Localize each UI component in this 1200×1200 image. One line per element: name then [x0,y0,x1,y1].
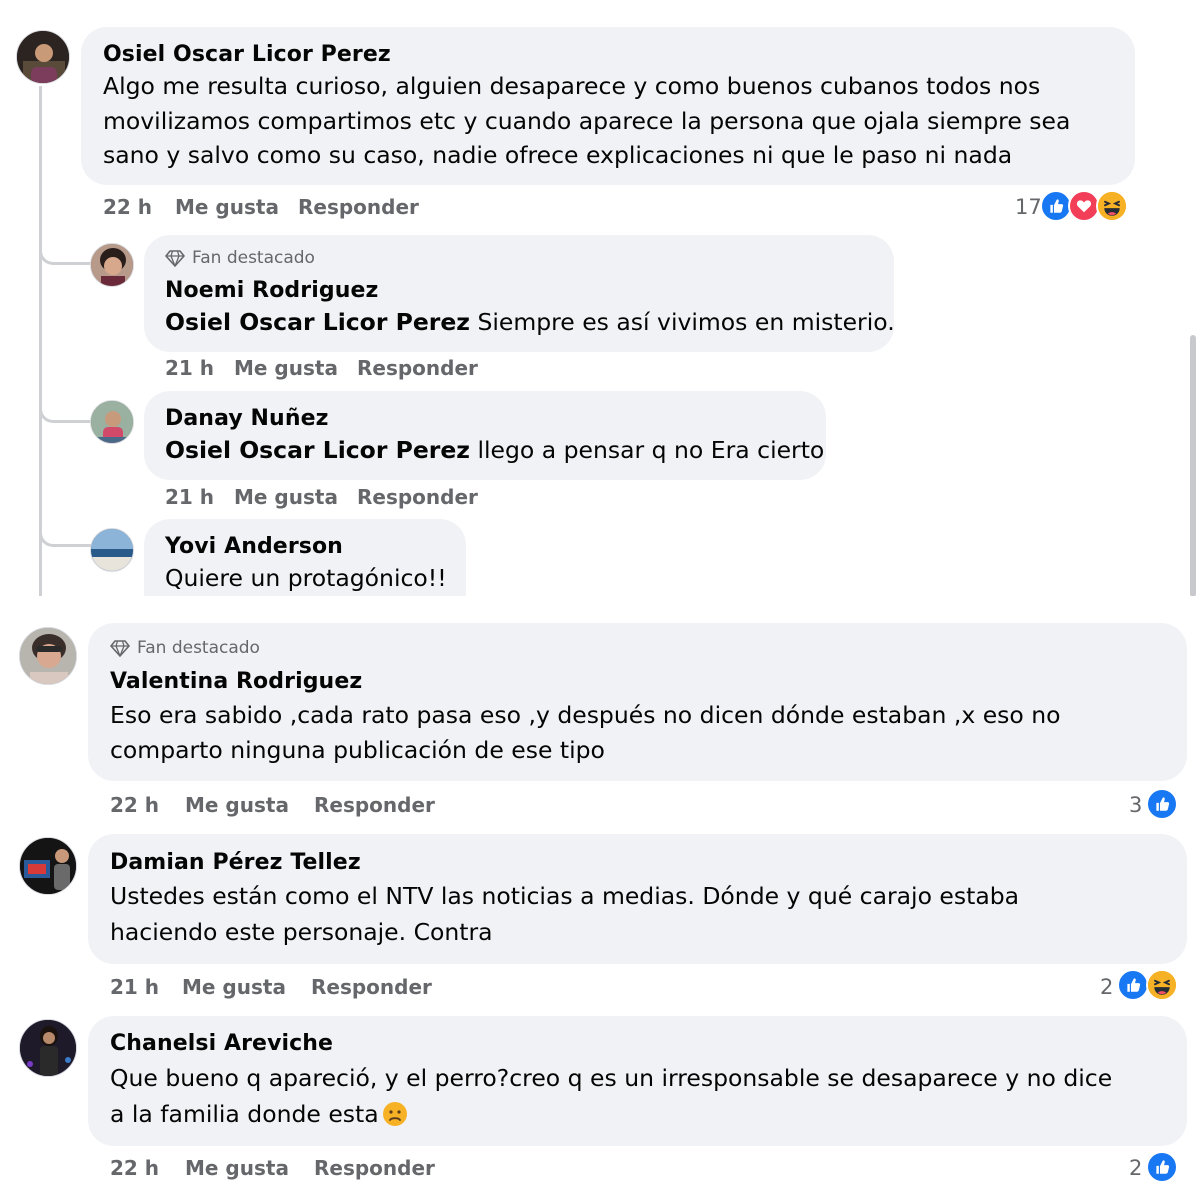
comment-text-line: Que bueno q apareció, y el perro?creo q … [110,1064,1113,1092]
avatar-photo-icon [20,838,76,894]
timestamp[interactable]: 21 h [110,975,159,999]
reply-button[interactable]: Responder [357,356,478,380]
like-button[interactable]: Me gusta [234,356,338,380]
reply-author[interactable]: Danay Nuñez [165,406,329,431]
comment-actions: 22 h Me gusta Responder [103,195,503,221]
top-fan-badge: Fan destacado [165,248,315,268]
thread-connector [39,225,91,265]
diamond-icon [165,248,185,268]
crop-seam [0,596,1200,622]
like-button[interactable]: Me gusta [234,485,338,509]
mention-link[interactable]: Osiel Oscar Licor Perez [165,308,470,336]
avatar[interactable] [19,1019,77,1077]
comment-text-line: movilizamos compartimos etc y cuando apa… [103,107,1071,135]
comment-text-line: haciendo este personaje. Contra [110,918,493,946]
avatar-photo-icon [17,31,69,83]
top-fan-badge: Fan destacado [110,638,260,658]
reaction-count[interactable]: 2 [1100,975,1113,999]
avatar-photo-icon [91,401,133,443]
avatar-photo-icon [91,529,133,571]
reply-text: Osiel Oscar Licor Perez llego a pensar q… [165,436,825,464]
avatar[interactable] [90,528,134,572]
comment-actions: 21 h Me gusta Responder [110,975,510,1001]
reaction-count[interactable]: 17 [1015,195,1042,219]
reply-button[interactable]: Responder [314,1156,435,1180]
like-icon[interactable] [1146,1151,1178,1183]
avatar[interactable] [19,627,77,685]
sad-face-icon [382,1102,407,1126]
comment-author[interactable]: Osiel Oscar Licor Perez [103,42,391,67]
reaction-count[interactable]: 3 [1129,793,1142,817]
reaction-count[interactable]: 2 [1129,1156,1142,1180]
comment-actions: 22 h Me gusta Responder [110,793,510,819]
reply-button[interactable]: Responder [357,485,478,509]
comment-text-line: sano y salvo como su caso, nadie ofrece … [103,141,1013,169]
reply-button[interactable]: Responder [314,793,435,817]
timestamp[interactable]: 21 h [165,356,214,380]
haha-icon[interactable] [1146,969,1178,1001]
avatar-photo-icon [20,1020,76,1076]
timestamp[interactable]: 22 h [110,793,159,817]
comment-text-line: Algo me resulta curioso, alguien desapar… [103,72,1041,100]
avatar[interactable] [90,243,134,287]
reply-author[interactable]: Noemi Rodriguez [165,278,378,303]
avatar[interactable] [90,400,134,444]
mention-link[interactable]: Osiel Oscar Licor Perez [165,436,470,464]
timestamp[interactable]: 21 h [165,485,214,509]
timestamp[interactable]: 22 h [103,195,152,219]
reply-actions: 21 h Me gusta Responder [165,356,565,382]
comment-actions: 22 h Me gusta Responder [110,1156,510,1182]
reply-actions: 21 h Me gusta Responder [165,485,565,511]
haha-icon[interactable] [1096,190,1128,222]
like-icon[interactable] [1146,788,1178,820]
comment-author[interactable]: Valentina Rodriguez [110,669,362,694]
like-button[interactable]: Me gusta [175,195,279,219]
avatar-photo-icon [20,628,76,684]
diamond-icon [110,638,130,658]
timestamp[interactable]: 22 h [110,1156,159,1180]
like-button[interactable]: Me gusta [185,793,289,817]
reply-author[interactable]: Yovi Anderson [165,534,343,559]
reply-button[interactable]: Responder [311,975,432,999]
reply-text: Osiel Oscar Licor Perez Siempre es así v… [165,308,895,336]
avatar[interactable] [16,30,70,84]
comment-text-line: comparto ninguna publicación de ese tipo [110,736,605,764]
scrollbar[interactable] [1190,335,1196,597]
like-button[interactable]: Me gusta [182,975,286,999]
comment-text-line: a la familia donde esta [110,1097,409,1132]
reply-button[interactable]: Responder [298,195,419,219]
avatar-photo-icon [91,244,133,286]
reply-text: Quiere un protagónico!! [165,564,447,592]
avatar[interactable] [19,837,77,895]
comment-author[interactable]: Chanelsi Areviche [110,1031,333,1056]
like-icon[interactable] [1117,969,1149,1001]
comment-text-line: Ustedes están como el NTV las noticias a… [110,882,1020,910]
comment-text-line: Eso era sabido ,cada rato pasa eso ,y de… [110,701,1061,729]
comment-author[interactable]: Damian Pérez Tellez [110,850,361,875]
like-button[interactable]: Me gusta [185,1156,289,1180]
thread-connector [39,423,91,547]
thread-connector [39,265,91,423]
